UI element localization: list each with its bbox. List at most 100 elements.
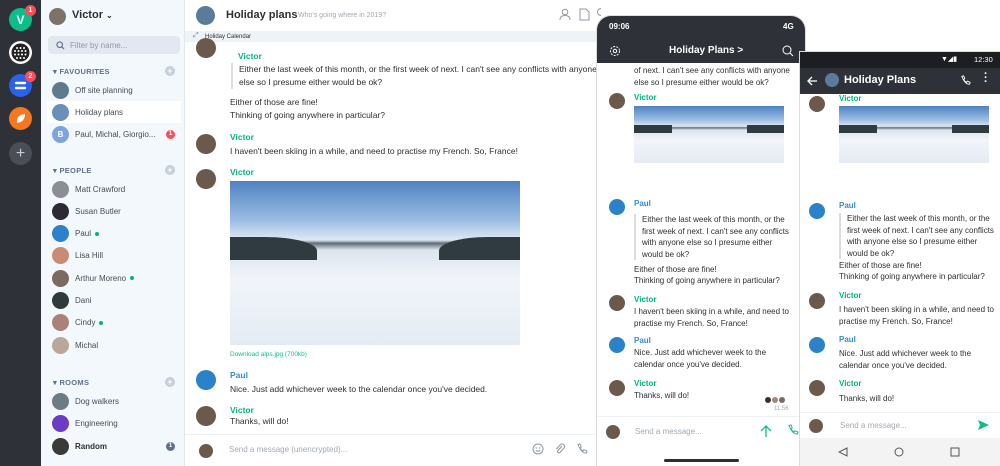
add-icon[interactable]: + (165, 377, 175, 387)
community-button[interactable] (9, 41, 32, 64)
section-people[interactable]: ▾ PEOPLE + (53, 165, 175, 175)
nav-home-icon[interactable] (894, 447, 904, 457)
calendar-widget-bar[interactable]: ⤢ Holiday Calendar (185, 31, 600, 42)
user-menu[interactable]: Victor ⌄ (72, 9, 113, 21)
room-list-item[interactable]: Cindy (47, 312, 181, 334)
avatar[interactable] (609, 199, 625, 215)
message-input[interactable]: Send a message (unencrypted)... (229, 445, 347, 454)
user-workspace-button[interactable]: V1 (9, 5, 36, 31)
avatar (52, 225, 69, 243)
back-arrow-icon[interactable] (807, 76, 818, 86)
quoted-message: Either the last week of this month, or t… (839, 213, 994, 259)
avatar[interactable] (196, 169, 216, 189)
avatar (199, 444, 213, 458)
search-icon (56, 40, 65, 49)
sender-name[interactable]: Paul (634, 199, 651, 208)
avatar[interactable] (196, 38, 216, 58)
room-list-item[interactable]: Susan Butler (47, 200, 181, 222)
sender-name[interactable]: Victor (634, 295, 657, 304)
notification-badge: 2 (25, 71, 36, 82)
more-icon[interactable]: · · · (984, 69, 988, 88)
home-indicator (664, 459, 739, 462)
room-title[interactable]: Holiday plans (226, 9, 298, 21)
room-list-item[interactable]: B Paul, Michal, Giorgio... 1 (47, 123, 181, 145)
add-community-button[interactable]: + (9, 142, 32, 165)
sender-name[interactable]: Paul (839, 201, 856, 210)
message-input[interactable]: Send a message... (635, 427, 702, 436)
room-list-item[interactable]: Paul (47, 223, 181, 245)
avatar[interactable] (609, 337, 625, 353)
avatar[interactable] (609, 93, 625, 109)
room-list-item[interactable]: Engineering (47, 413, 181, 435)
people-icon[interactable] (559, 8, 571, 21)
call-icon[interactable] (787, 424, 799, 438)
room-list-item[interactable]: Random 1 (47, 435, 181, 457)
nav-recents-icon[interactable] (950, 447, 960, 457)
room-list-item[interactable]: Lisa Hill (47, 245, 181, 267)
room-list-item[interactable]: Michal (47, 334, 181, 356)
call-icon[interactable] (960, 75, 971, 86)
filter-input[interactable]: Filter by name... (48, 36, 180, 54)
avatar[interactable] (809, 337, 825, 353)
message-input[interactable]: Send a message... (840, 421, 907, 430)
nav-back-icon[interactable] (838, 447, 848, 457)
ski-slope-image[interactable] (839, 106, 989, 163)
room-avatar[interactable] (825, 73, 839, 87)
add-icon[interactable]: + (165, 66, 175, 76)
sender-name[interactable]: Victor (238, 51, 262, 61)
community-button-orange[interactable] (9, 107, 32, 130)
avatar[interactable] (809, 96, 825, 112)
sender-name[interactable]: Victor (230, 167, 254, 177)
search-icon[interactable] (782, 45, 794, 57)
android-nav-bar (800, 438, 1000, 466)
add-icon[interactable]: + (165, 165, 175, 175)
sender-name[interactable]: Paul (230, 370, 248, 380)
community-button-blue[interactable]: 2 (9, 71, 36, 97)
avatar[interactable] (809, 293, 825, 309)
sender-name[interactable]: Paul (839, 335, 856, 344)
message-text: Nice. Just add whichever week to the cal… (634, 348, 767, 369)
room-list-item[interactable]: Matt Crawford (47, 178, 181, 200)
section-favourites[interactable]: ▾ FAVOURITES + (53, 66, 175, 76)
sender-name[interactable]: Victor (230, 405, 254, 415)
send-arrow-icon[interactable] (760, 424, 772, 438)
attachment-icon[interactable] (554, 443, 566, 455)
room-list-item[interactable]: Dog walkers (47, 390, 181, 412)
sender-name[interactable]: Victor (634, 93, 657, 102)
room-title[interactable]: Holiday Plans (844, 74, 916, 86)
room-list-item[interactable]: Arthur Moreno (47, 267, 181, 289)
read-receipts[interactable] (765, 397, 785, 403)
ski-slope-image[interactable] (230, 181, 520, 345)
room-list-label: Arthur Moreno (75, 273, 127, 283)
avatar[interactable] (609, 380, 625, 396)
settings-icon[interactable] (609, 45, 621, 57)
avatar[interactable] (196, 134, 216, 154)
download-link[interactable]: Download alps.jpg (700kb) (230, 351, 307, 358)
sender-name[interactable]: Victor (839, 291, 862, 300)
room-avatar[interactable] (196, 6, 215, 25)
call-icon[interactable] (576, 443, 588, 455)
files-icon[interactable] (579, 8, 590, 21)
avatar[interactable] (809, 203, 825, 219)
sender-name[interactable]: Victor (230, 132, 254, 142)
section-rooms[interactable]: ▾ ROOMS + (53, 377, 175, 387)
sender-name[interactable]: Victor (634, 379, 657, 388)
avatar[interactable] (809, 380, 825, 396)
room-title[interactable]: Holiday Plans > (669, 45, 743, 56)
room-list-item[interactable]: Holiday plans (47, 101, 181, 123)
room-list-item[interactable]: Dani (47, 290, 181, 312)
sender-name[interactable]: Victor (839, 379, 862, 388)
room-list-item[interactable]: Off site planning (47, 79, 181, 101)
avatar[interactable] (609, 295, 625, 311)
emoji-icon[interactable] (532, 443, 544, 455)
avatar[interactable] (196, 370, 216, 390)
chevron-down-icon: ⌄ (106, 11, 113, 20)
avatar[interactable] (49, 8, 66, 25)
avatar[interactable] (196, 406, 216, 426)
sender-name[interactable]: Victor (839, 94, 862, 103)
message-text: Nice. Just add whichever week to the cal… (230, 384, 488, 394)
sender-name[interactable]: Paul (634, 336, 651, 345)
room-view: Holiday plans Who's going where in 2019?… (185, 0, 601, 466)
ski-slope-image[interactable] (634, 106, 784, 163)
send-icon[interactable] (977, 419, 990, 431)
